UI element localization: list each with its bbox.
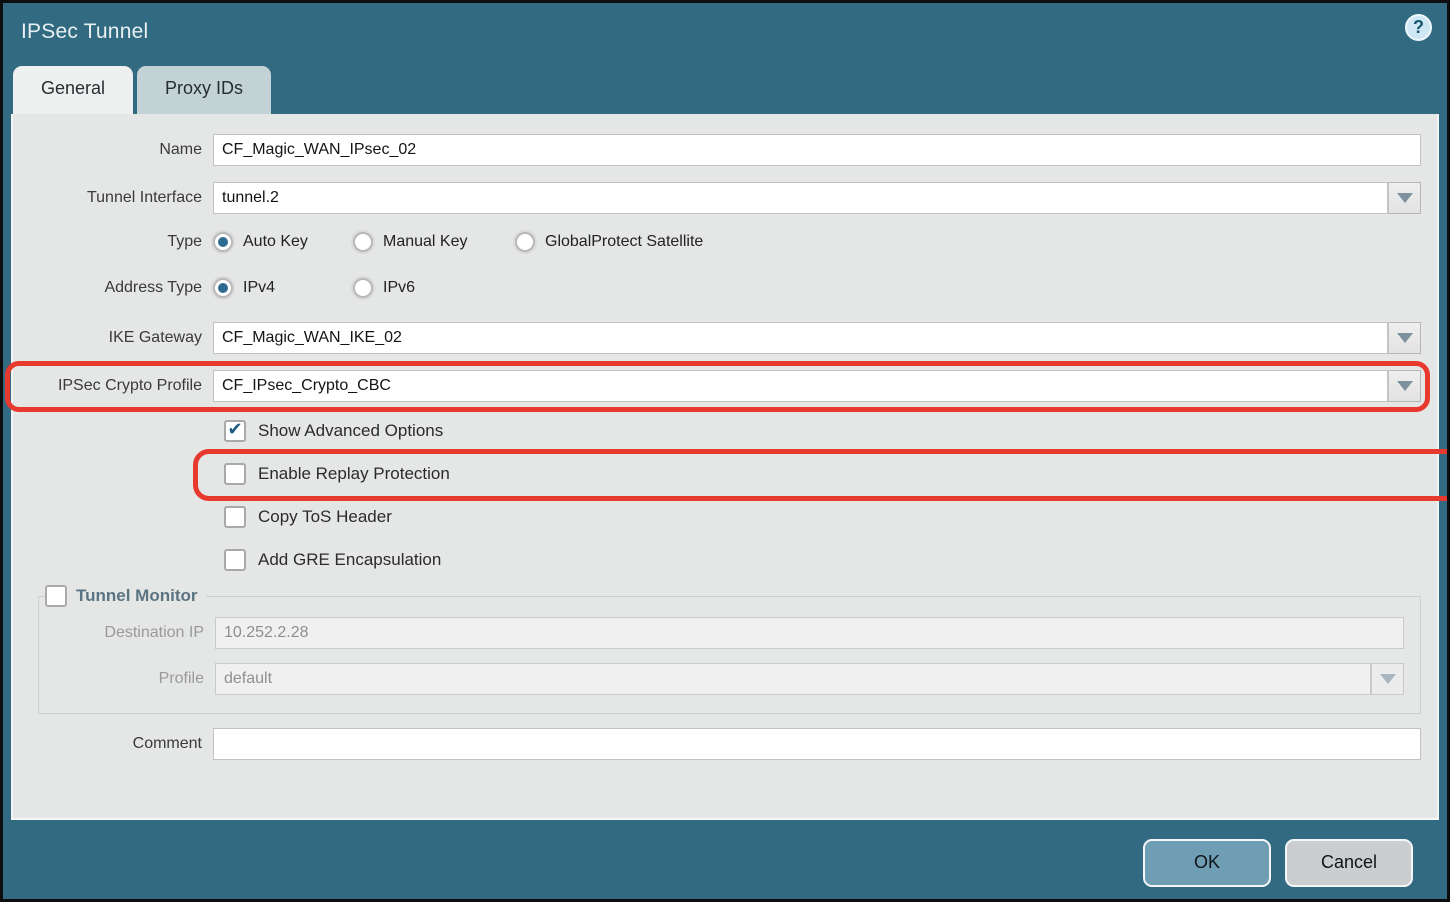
chevron-down-icon xyxy=(1380,674,1396,684)
type-option-auto-key[interactable]: Auto Key xyxy=(213,232,353,252)
show-advanced-options-label: Show Advanced Options xyxy=(258,421,443,441)
cancel-button[interactable]: Cancel xyxy=(1285,839,1413,887)
radio-ipv4[interactable] xyxy=(213,278,233,298)
help-glyph: ? xyxy=(1413,17,1424,38)
ipsec-crypto-profile-dropdown-button[interactable] xyxy=(1388,370,1421,402)
add-gre-encapsulation-checkbox[interactable] xyxy=(224,549,246,571)
address-type-label: Address Type xyxy=(13,279,213,297)
ipsec-crypto-profile-row: IPSec Crypto Profile CF_IPsec_Crypto_CBC xyxy=(13,370,1421,402)
type-row: Type Auto Key Manual Key GlobalProtect S… xyxy=(13,232,1421,252)
titlebar: IPSec Tunnel ? xyxy=(3,3,1447,66)
type-option-globalprotect-satellite[interactable]: GlobalProtect Satellite xyxy=(515,232,703,252)
destination-ip-row: Destination IP 10.252.2.28 xyxy=(39,617,1404,649)
tab-general[interactable]: General xyxy=(13,66,133,114)
enable-replay-protection-checkbox[interactable] xyxy=(224,463,246,485)
tunnel-monitor-checkbox[interactable] xyxy=(45,585,67,607)
copy-tos-header-checkbox[interactable] xyxy=(224,506,246,528)
tab-general-label: General xyxy=(41,78,105,98)
ike-gateway-dropdown-button[interactable] xyxy=(1388,322,1421,354)
radio-globalprotect-satellite[interactable] xyxy=(515,232,535,252)
radio-auto-key[interactable] xyxy=(213,232,233,252)
profile-row: Profile default xyxy=(39,663,1404,695)
name-input[interactable]: CF_Magic_WAN_IPsec_02 xyxy=(213,134,1421,166)
address-type-option-ipv6-label: IPv6 xyxy=(383,279,415,297)
profile-label: Profile xyxy=(39,670,215,688)
tunnel-interface-input[interactable]: tunnel.2 xyxy=(213,182,1388,214)
chevron-down-icon xyxy=(1397,381,1413,391)
tunnel-monitor-legend: Tunnel Monitor xyxy=(45,585,206,607)
radio-ipv6[interactable] xyxy=(353,278,373,298)
ike-gateway-row: IKE Gateway CF_Magic_WAN_IKE_02 xyxy=(13,322,1421,354)
help-icon[interactable]: ? xyxy=(1405,14,1432,41)
show-advanced-options-checkbox[interactable] xyxy=(224,420,246,442)
add-gre-encapsulation-row[interactable]: Add GRE Encapsulation xyxy=(224,549,1437,571)
cancel-button-label: Cancel xyxy=(1321,852,1377,873)
name-label: Name xyxy=(13,141,213,159)
dialog-footer: OK Cancel xyxy=(3,820,1447,902)
comment-label: Comment xyxy=(13,735,213,753)
address-type-option-ipv4-label: IPv4 xyxy=(243,279,275,297)
radio-manual-key[interactable] xyxy=(353,232,373,252)
add-gre-encapsulation-label: Add GRE Encapsulation xyxy=(258,550,441,570)
destination-ip-label: Destination IP xyxy=(39,624,215,642)
tab-proxy-ids[interactable]: Proxy IDs xyxy=(137,66,271,114)
name-row: Name CF_Magic_WAN_IPsec_02 xyxy=(13,134,1421,166)
enable-replay-protection-label: Enable Replay Protection xyxy=(258,464,450,484)
address-type-option-ipv6[interactable]: IPv6 xyxy=(353,278,493,298)
copy-tos-header-row[interactable]: Copy ToS Header xyxy=(224,506,1437,528)
ok-button-label: OK xyxy=(1194,852,1220,873)
tunnel-interface-label: Tunnel Interface xyxy=(13,189,213,207)
tunnel-interface-row: Tunnel Interface tunnel.2 xyxy=(13,182,1421,214)
tunnel-monitor-section: Tunnel Monitor Destination IP 10.252.2.2… xyxy=(38,585,1421,714)
tab-proxy-ids-label: Proxy IDs xyxy=(165,78,243,98)
type-option-auto-key-label: Auto Key xyxy=(243,233,308,251)
chevron-down-icon xyxy=(1397,193,1413,203)
ike-gateway-label: IKE Gateway xyxy=(13,329,213,347)
dialog-title: IPSec Tunnel xyxy=(3,3,1447,44)
ipsec-tunnel-dialog: IPSec Tunnel ? General Proxy IDs Name CF… xyxy=(0,0,1450,902)
ipsec-crypto-profile-label: IPSec Crypto Profile xyxy=(13,377,213,395)
general-tab-panel: Name CF_Magic_WAN_IPsec_02 Tunnel Interf… xyxy=(11,114,1439,820)
type-option-globalprotect-satellite-label: GlobalProtect Satellite xyxy=(545,233,703,251)
enable-replay-protection-row[interactable]: Enable Replay Protection xyxy=(224,463,1437,485)
tunnel-interface-dropdown-button[interactable] xyxy=(1388,182,1421,214)
type-label: Type xyxy=(13,233,213,251)
tab-bar: General Proxy IDs xyxy=(3,66,1447,114)
copy-tos-header-label: Copy ToS Header xyxy=(258,507,392,527)
show-advanced-options-row[interactable]: Show Advanced Options xyxy=(224,420,1437,442)
destination-ip-input: 10.252.2.28 xyxy=(215,617,1404,649)
type-option-manual-key-label: Manual Key xyxy=(383,233,468,251)
comment-input[interactable] xyxy=(213,728,1421,760)
ipsec-crypto-profile-input[interactable]: CF_IPsec_Crypto_CBC xyxy=(213,370,1388,402)
ike-gateway-input[interactable]: CF_Magic_WAN_IKE_02 xyxy=(213,322,1388,354)
comment-row: Comment xyxy=(13,728,1421,760)
type-option-manual-key[interactable]: Manual Key xyxy=(353,232,515,252)
tunnel-monitor-label: Tunnel Monitor xyxy=(76,586,198,606)
address-type-option-ipv4[interactable]: IPv4 xyxy=(213,278,353,298)
ok-button[interactable]: OK xyxy=(1143,839,1271,887)
profile-dropdown-button xyxy=(1371,663,1404,695)
address-type-row: Address Type IPv4 IPv6 xyxy=(13,278,1421,298)
chevron-down-icon xyxy=(1397,333,1413,343)
profile-input: default xyxy=(215,663,1371,695)
